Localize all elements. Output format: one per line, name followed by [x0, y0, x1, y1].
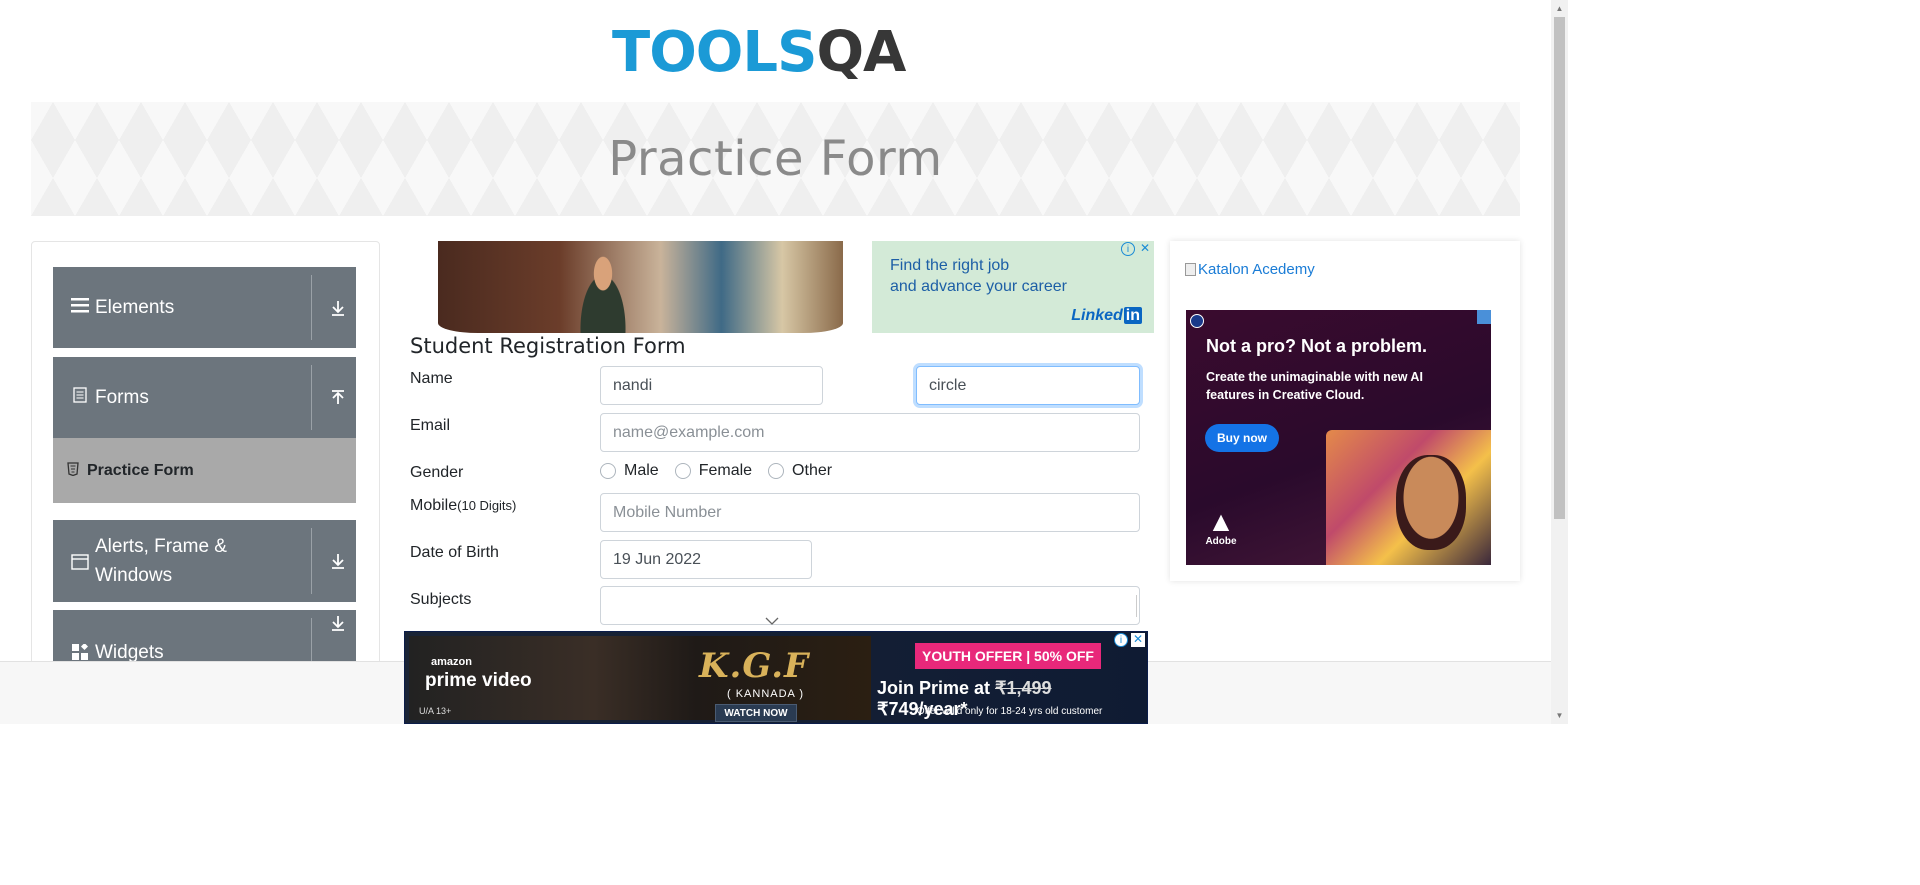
adobe-logo: ▲ Adobe	[1205, 506, 1237, 548]
ad-controls[interactable]: i ✕	[1121, 242, 1152, 256]
adobe-ad-headline: Not a pro? Not a problem.	[1206, 336, 1428, 356]
ad-badge-icon	[1190, 314, 1204, 328]
logo-text: TOOLSQA	[612, 20, 906, 85]
sidebar-group-alerts[interactable]: Alerts, Frame & Windows	[53, 520, 356, 602]
katalon-ad-link[interactable]: Katalon Acedemy	[1185, 261, 1315, 278]
toolsqa-logo[interactable]: TOOLSQA	[612, 14, 942, 92]
sidebar-group-forms[interactable]: Forms	[53, 357, 356, 438]
hamburger-icon	[69, 297, 91, 318]
gender-other-radio[interactable]: Other	[768, 462, 832, 480]
close-icon[interactable]: ✕	[1138, 242, 1152, 256]
ad-controls[interactable]: i ✕	[1114, 633, 1145, 647]
ad-info-icon[interactable]: i	[1114, 633, 1128, 647]
broken-image-icon	[1185, 263, 1196, 276]
sidebar-item-practice-form[interactable]: Practice Form	[53, 438, 356, 503]
gender-female-radio[interactable]: Female	[674, 462, 752, 480]
youth-offer-badge: YOUTH OFFER | 50% OFF	[915, 643, 1101, 669]
download-arrow-icon[interactable]	[329, 267, 347, 348]
mobile-hint: (10 Digits)	[457, 498, 517, 513]
radio-circle[interactable]	[674, 463, 691, 479]
window-icon	[69, 554, 91, 575]
page-banner: Practice Form	[31, 102, 1520, 216]
last-name-input[interactable]	[916, 366, 1140, 405]
adobe-ad[interactable]: Not a pro? Not a problem. Create the uni…	[1186, 310, 1491, 565]
sidebar-nav: Elements Forms Practice Form Alerts, Fra…	[31, 241, 380, 681]
chevron-down-icon[interactable]	[764, 615, 780, 629]
sidebar-group-label: Forms	[95, 387, 149, 408]
ad-info-icon[interactable]: i	[1121, 242, 1135, 256]
sidebar-item-label: Practice Form	[87, 461, 194, 479]
buy-now-button[interactable]: Buy now	[1205, 424, 1279, 452]
ad-corner-icon[interactable]	[1477, 310, 1491, 324]
radio-circle[interactable]	[768, 463, 785, 479]
date-of-birth-input[interactable]	[600, 540, 812, 579]
close-icon[interactable]: ✕	[1131, 633, 1145, 647]
gender-label: Gender	[410, 464, 464, 481]
gender-radio-group: Male Female Other	[600, 462, 848, 480]
mobile-input[interactable]	[600, 493, 1140, 532]
scrollbar-thumb[interactable]	[1554, 17, 1565, 519]
adobe-ad-body: Create the unimaginable with new AI feat…	[1206, 370, 1423, 402]
right-ad-panel: Katalon Acedemy Not a pro? Not a problem…	[1170, 241, 1520, 581]
adobe-logo-icon: ▲	[1207, 506, 1235, 537]
sidebar-group-label: Alerts, Frame & Windows	[95, 536, 227, 586]
document-icon	[69, 387, 91, 408]
gender-male-radio[interactable]: Male	[600, 462, 659, 480]
watch-now-button[interactable]: WATCH NOW	[715, 704, 797, 722]
subjects-input[interactable]	[600, 586, 1140, 625]
mobile-label: Mobile(10 Digits)	[410, 497, 517, 514]
upload-arrow-icon[interactable]	[329, 357, 347, 438]
download-arrow-icon[interactable]	[329, 520, 347, 602]
page-scrollbar[interactable]: ▲ ▼	[1551, 0, 1568, 724]
banner-ad-image[interactable]	[438, 241, 843, 333]
ad-person-image	[568, 246, 638, 333]
adobe-ad-artwork	[1326, 430, 1491, 565]
radio-circle[interactable]	[600, 463, 616, 479]
email-label: Email	[410, 417, 451, 434]
sidebar-group-elements[interactable]: Elements	[53, 267, 356, 348]
first-name-input[interactable]	[600, 366, 823, 405]
offer-fine-print: *Offer valid only for 18-24 yrs old cust…	[913, 706, 1103, 717]
page-title: Practice Form	[608, 131, 943, 187]
sidebar-group-label: Elements	[95, 297, 175, 318]
prime-video-ad[interactable]: amazon prime video U/A 13+ K.G.F ( KANNA…	[404, 631, 1148, 724]
email-input[interactable]	[600, 413, 1140, 452]
scroll-down-icon[interactable]: ▼	[1551, 707, 1568, 724]
linkedin-ad[interactable]: Find the right job and advance your care…	[872, 241, 1154, 333]
kgf-ad-artwork: amazon prime video U/A 13+ K.G.F ( KANNA…	[409, 636, 871, 722]
dob-label: Date of Birth	[410, 544, 499, 561]
name-label: Name	[410, 370, 453, 387]
subjects-label: Subjects	[410, 591, 472, 608]
scroll-up-icon[interactable]: ▲	[1551, 0, 1568, 17]
linkedin-ad-text: Find the right job and advance your care…	[890, 257, 1067, 295]
html5-icon	[67, 462, 79, 479]
form-title: Student Registration Form	[410, 334, 686, 358]
linkedin-logo: Linked in	[1071, 307, 1142, 324]
